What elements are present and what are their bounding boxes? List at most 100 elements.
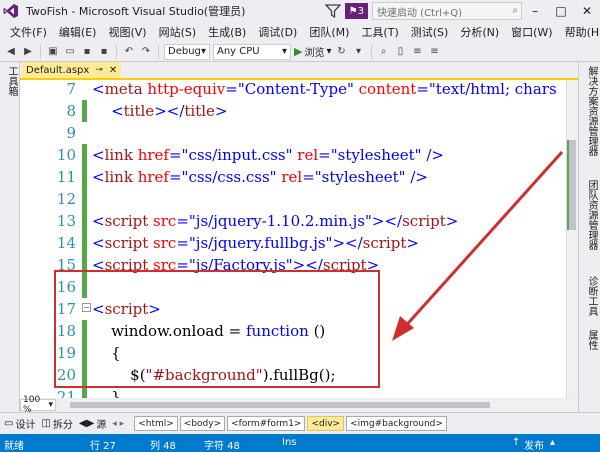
menu-tools[interactable]: 工具(T) [355, 24, 404, 40]
menu-view[interactable]: 视图(V) [102, 24, 152, 40]
code-line[interactable]: 7 <meta http-equiv="Content-Type" content… [20, 80, 566, 100]
change-indicator [82, 232, 87, 254]
solution-platform-select[interactable]: Any CPU ▾ [213, 43, 291, 60]
code-editor[interactable]: 7 <meta http-equiv="Content-Type" content… [20, 80, 566, 398]
pin-icon[interactable]: ⊸ [95, 65, 103, 75]
menu-window[interactable]: 窗口(W) [505, 24, 558, 40]
code-line[interactable]: 12 [20, 188, 566, 210]
menu-help[interactable]: 帮助(H) [559, 24, 600, 40]
chevron-up-icon[interactable]: ▴ [550, 437, 555, 448]
forward-icon[interactable]: ▶ [21, 45, 35, 59]
chevron-down-icon[interactable]: ▾ [352, 45, 366, 59]
refresh-icon[interactable]: ↻ [335, 45, 349, 59]
code-line[interactable]: 19 { [20, 342, 566, 364]
menu-build[interactable]: 生成(B) [202, 24, 252, 40]
code-token: = [302, 168, 315, 186]
code-token: { [92, 344, 121, 362]
run-button[interactable]: ▶ 浏览 ▾ [294, 44, 332, 59]
code-line[interactable]: 18 window.onload = function () [20, 320, 566, 342]
breadcrumb-item[interactable]: <html> [134, 416, 178, 431]
menu-website[interactable]: 网站(S) [153, 24, 203, 40]
run-label: 浏览 [304, 48, 325, 59]
code-line[interactable]: 17− <script> [20, 298, 566, 320]
team-explorer-tab[interactable]: 团队资源管理器 [584, 180, 599, 250]
menu-team[interactable]: 团队(M) [303, 24, 355, 40]
code-line[interactable]: 13 <script src="js/jquery-1.10.2.min.js">… [20, 210, 566, 232]
toolbar-separator [370, 44, 372, 59]
editor-vertical-scrollbar[interactable] [566, 80, 578, 398]
menu-file[interactable]: 文件(F) [4, 24, 53, 40]
new-project-icon[interactable]: ▣ [46, 45, 60, 59]
code-line[interactable]: 9 [20, 122, 566, 144]
find-icon[interactable]: ⌕ [377, 45, 391, 59]
breadcrumb-item[interactable]: <body> [179, 416, 226, 431]
solution-configuration-select[interactable]: Debug ▾ [164, 43, 210, 60]
filter-icon[interactable] [324, 4, 341, 18]
toolbox-strip[interactable]: 工具箱 [0, 62, 20, 436]
code-line[interactable]: 15 <script src="js/Factory.js"></script> [20, 254, 566, 276]
code-token: script [104, 256, 154, 274]
toolbar-separator [116, 44, 117, 59]
status-ready: 就绪 [4, 441, 24, 452]
comment-icon[interactable]: ≡ [411, 45, 425, 59]
menu-edit[interactable]: 编辑(E) [53, 24, 103, 40]
code-token: meta [104, 80, 148, 98]
save-icon[interactable]: ▪ [80, 45, 94, 59]
code-line[interactable]: 8 <title></title> [20, 100, 566, 122]
code-line[interactable]: 10 <link href="css/input.css" rel="styles… [20, 144, 566, 166]
code-line[interactable]: 16 [20, 276, 566, 298]
notification-count: 3 [357, 5, 364, 17]
breadcrumb-nav-arrows[interactable]: ◂ ▸ [112, 419, 124, 429]
play-icon: ▶ [294, 45, 303, 58]
toolbar-separator [40, 44, 41, 59]
uncomment-icon[interactable]: ≡ [428, 45, 442, 59]
breadcrumb-item[interactable]: <div> [307, 416, 345, 431]
properties-tab[interactable]: 属性 [584, 330, 599, 350]
horizontal-scroll-thumb[interactable] [70, 402, 490, 408]
undo-icon[interactable]: ↶ [122, 45, 136, 59]
editor-horizontal-scrollbar[interactable] [60, 400, 578, 410]
source-view-button[interactable]: ◀▶ 源 [79, 416, 106, 431]
code-line[interactable]: 21 } [20, 386, 566, 398]
code-line[interactable]: 14 <script src="js/jquery.fullbg.js"></sc… [20, 232, 566, 254]
platform-value: Any CPU [217, 46, 260, 57]
publish-icon[interactable]: ↑ [512, 437, 520, 448]
diagnostic-tools-tab[interactable]: 诊断工具 [584, 276, 599, 316]
save-all-icon[interactable]: ▪ [97, 45, 111, 59]
redo-icon[interactable]: ↷ [139, 45, 153, 59]
toolbox-tab[interactable]: 工具箱 [4, 66, 19, 96]
publish-button[interactable]: 发布 [524, 437, 544, 452]
visual-studio-logo-icon [0, 0, 22, 22]
notifications-badge[interactable]: ⚑ 3 [344, 3, 368, 19]
split-view-button[interactable]: ◫ 拆分 [41, 416, 72, 431]
code-token: ></ [332, 234, 363, 252]
quick-launch-input[interactable]: 快速启动 (Ctrl+Q) ⌕ [372, 2, 522, 20]
maximize-button[interactable]: □ [548, 0, 574, 22]
scroll-thumb[interactable] [569, 140, 576, 230]
quick-launch-placeholder: 快速启动 (Ctrl+Q) [377, 7, 463, 19]
tab-default-aspx[interactable]: Default.aspx ⊸ ✕ [22, 62, 122, 78]
menu-debug[interactable]: 调试(D) [252, 24, 303, 40]
minimize-button[interactable]: – [522, 0, 548, 22]
code-line[interactable]: 11 <link href="css/css.css" rel="styleshe… [20, 166, 566, 188]
menu-analyze[interactable]: 分析(N) [454, 24, 505, 40]
code-line[interactable]: 20 $("#background").fullBg(); [20, 364, 566, 386]
close-icon[interactable]: ✕ [109, 65, 117, 76]
breadcrumb-item[interactable]: <form#form1> [227, 416, 306, 431]
zoom-select[interactable]: 100 % ▾ [20, 395, 56, 415]
code-token: () [308, 322, 326, 340]
back-icon[interactable]: ◀ [4, 45, 18, 59]
solution-explorer-tab[interactable]: 解决方案资源管理器 [584, 66, 599, 156]
bookmark-icon[interactable]: ▯ [394, 45, 408, 59]
code-token: window.onload = [92, 322, 246, 340]
open-folder-icon[interactable]: ▭ [63, 45, 77, 59]
menu-test[interactable]: 测试(S) [405, 24, 455, 40]
code-token: < [92, 256, 105, 274]
breadcrumb-item[interactable]: <img#background> [346, 416, 447, 431]
design-view-button[interactable]: ▭ 设计 [4, 416, 35, 431]
close-button[interactable]: ✕ [574, 0, 600, 22]
code-token: href [137, 168, 169, 186]
code-token: = [318, 146, 331, 164]
title-bar: TwoFish - Microsoft Visual Studio(管理员) ⚑… [0, 0, 600, 22]
collapse-icon[interactable]: − [82, 303, 91, 312]
